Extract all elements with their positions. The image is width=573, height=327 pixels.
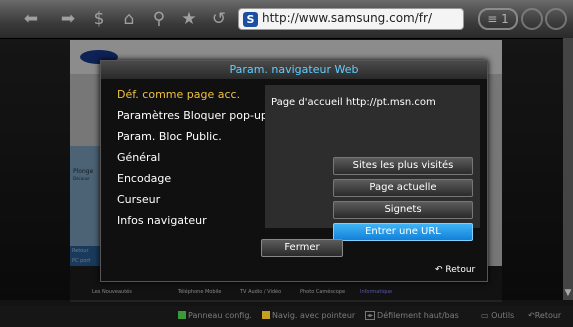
category-item: Les Nouveautés (92, 289, 132, 295)
tools-icon: ▭ (481, 311, 489, 320)
most-visited-button[interactable]: Sites les plus visités (333, 157, 473, 175)
menu-item-encoding[interactable]: Encodage (117, 172, 171, 185)
home-page-panel: Page d'accueil http://pt.msn.com Sites l… (265, 85, 480, 241)
tabs-button[interactable]: ≡ 1 (478, 8, 518, 30)
current-page-button[interactable]: Page actuelle (333, 179, 473, 197)
scroll-down-icon[interactable]: ▼ (563, 288, 573, 300)
back-hint: ↶Retour (528, 311, 561, 320)
history-icon[interactable]: ↺ (208, 8, 230, 30)
back-return-icon: ↶ (528, 311, 535, 320)
enter-url-button[interactable]: Entrer une URL (333, 223, 473, 241)
menu-item-browser-info[interactable]: Infos navigateur (117, 214, 207, 227)
scroll-hint: ◂▸ Défilement haut/bas (365, 311, 459, 320)
browser-settings-dialog: Param. navigateur Web Déf. comme page ac… (100, 60, 488, 282)
bookmarks-button[interactable]: Signets (333, 201, 473, 219)
scroll-label: Défilement haut/bas (377, 311, 459, 320)
pointer-nav-hint: Navig. avec pointeur (262, 311, 355, 320)
menu-circle-icon[interactable] (521, 8, 543, 30)
menu-item-cursor[interactable]: Curseur (117, 193, 160, 206)
star-bookmark-icon[interactable]: ★ (178, 8, 200, 30)
tv-screen: ⬅ ➡ $ ⌂ ⚲ ★ ↺ S http://www.samsung.com/f… (0, 0, 573, 327)
panel-config-label: Panneau config. (188, 311, 252, 320)
yellow-key-icon (262, 311, 270, 319)
category-item: Photo Caméscope (300, 289, 346, 295)
panel-config-hint: Panneau config. (178, 311, 252, 320)
settings-circle-icon[interactable] (545, 8, 567, 30)
menu-item-ad-blocker[interactable]: Param. Bloc Public. (117, 130, 222, 143)
category-item: TV Audio / Vidéo (240, 289, 282, 295)
url-text: http://www.samsung.com/fr/ (262, 11, 432, 25)
dollar-icon[interactable]: $ (88, 8, 110, 30)
address-bar[interactable]: S http://www.samsung.com/fr/ (238, 8, 464, 30)
return-arrow-icon: ↶ (435, 265, 443, 275)
home-page-url-text: Page d'accueil http://pt.msn.com (271, 97, 436, 108)
back-label: Retour (534, 311, 562, 320)
page-scrollbar[interactable] (563, 38, 573, 300)
category-item: Informatique (360, 289, 393, 295)
zoom-icon[interactable]: ⚲ (148, 8, 170, 30)
tools-label: Outils (491, 311, 515, 320)
dialog-back-label: Retour (445, 265, 476, 275)
pointer-nav-label: Navig. avec pointeur (272, 311, 356, 320)
browser-toolbar: ⬅ ➡ $ ⌂ ⚲ ★ ↺ S http://www.samsung.com/f… (0, 0, 573, 39)
category-item: Téléphone Mobile (178, 289, 222, 295)
menu-item-general[interactable]: Général (117, 151, 160, 164)
menu-item-set-home-page[interactable]: Déf. comme page acc. (117, 88, 240, 101)
remote-help-bar: Panneau config. Navig. avec pointeur ◂▸ D… (0, 306, 573, 327)
tab-count: 1 (501, 12, 509, 26)
tools-hint: ▭ Outils (481, 311, 514, 320)
home-icon[interactable]: ⌂ (118, 8, 140, 30)
scroll-key-icon: ◂▸ (365, 311, 376, 320)
back-arrow-icon[interactable]: ⬅ (20, 8, 42, 30)
menu-item-popup-blocker[interactable]: Paramètres Bloquer pop-up (117, 109, 268, 122)
close-button[interactable]: Fermer (261, 239, 343, 257)
forward-arrow-icon[interactable]: ➡ (57, 8, 79, 30)
green-key-icon (178, 311, 186, 319)
site-favicon-icon: S (243, 12, 258, 27)
dialog-title: Param. navigateur Web (101, 61, 487, 79)
dialog-back[interactable]: ↶ Retour (435, 265, 475, 275)
